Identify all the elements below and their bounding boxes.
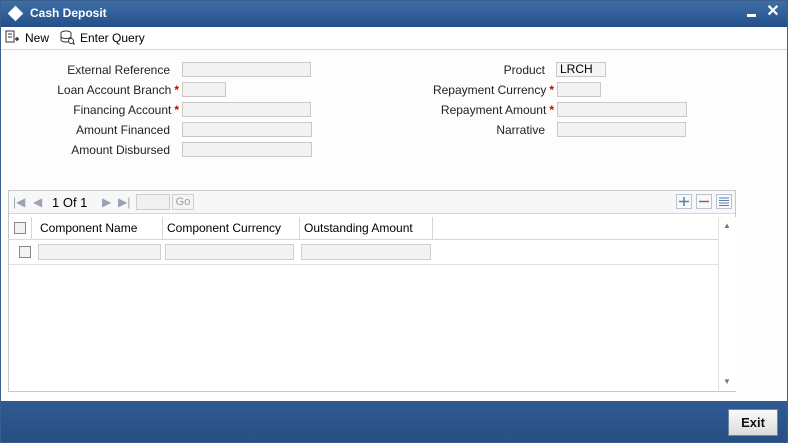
repayment-amount-text: Repayment Amount: [440, 103, 547, 117]
external-reference-label: External Reference: [67, 63, 170, 77]
component-currency-cell[interactable]: [165, 244, 294, 260]
scroll-up-icon[interactable]: ▲: [723, 221, 731, 230]
repayment-currency-field[interactable]: [557, 82, 601, 97]
new-icon: [5, 30, 19, 43]
select-all-cell: [9, 217, 32, 239]
minimize-icon[interactable]: [747, 14, 756, 17]
view-details-button[interactable]: [716, 194, 732, 209]
new-button[interactable]: New: [5, 29, 53, 47]
last-page-icon[interactable]: ▶|: [118, 195, 130, 209]
cash-deposit-window: Cash Deposit ✕ New Enter Query External …: [0, 0, 788, 443]
first-page-icon[interactable]: |◀: [13, 195, 25, 209]
repayment-amount-label: Repayment Amount *: [401, 103, 554, 117]
outstanding-amount-cell[interactable]: [301, 244, 431, 260]
product-field[interactable]: LRCH: [556, 62, 606, 77]
select-all-checkbox[interactable]: [14, 222, 26, 234]
grid-pagination-bar: |◀ ◀ 1 Of 1 ▶ ▶| Go: [9, 191, 735, 214]
amount-financed-field[interactable]: [182, 122, 312, 137]
page-info: 1 Of 1: [52, 195, 88, 210]
enter-query-label: Enter Query: [80, 31, 145, 45]
delete-row-button[interactable]: [696, 194, 712, 209]
column-header-outstanding-amount[interactable]: Outstanding Amount: [300, 217, 433, 239]
loan-account-branch-field[interactable]: [182, 82, 226, 97]
repayment-currency-text: Repayment Currency: [432, 83, 547, 97]
component-grid: |◀ ◀ 1 Of 1 ▶ ▶| Go Component Name Compo…: [8, 190, 736, 392]
external-reference-field[interactable]: [182, 62, 311, 77]
component-name-cell[interactable]: [38, 244, 161, 260]
amount-disbursed-label: Amount Disbursed: [71, 143, 170, 157]
narrative-label: Narrative: [496, 123, 545, 137]
required-marker: *: [549, 103, 554, 117]
page-number-input[interactable]: [136, 194, 170, 210]
repayment-amount-field[interactable]: [557, 102, 687, 117]
toolbar: New Enter Query: [1, 27, 787, 50]
enter-query-button[interactable]: Enter Query: [59, 29, 159, 47]
amount-financed-label: Amount Financed: [75, 123, 170, 137]
financing-account-field[interactable]: [182, 102, 311, 117]
required-marker: *: [549, 83, 554, 97]
column-header-component-name[interactable]: Component Name: [32, 217, 163, 239]
repayment-currency-label: Repayment Currency *: [401, 83, 554, 97]
list-icon: [719, 197, 729, 206]
table-row: [9, 240, 718, 265]
exit-button[interactable]: Exit: [728, 409, 778, 436]
next-page-icon[interactable]: ▶: [102, 195, 111, 209]
title-bar: Cash Deposit ✕: [1, 1, 787, 27]
loan-account-branch-text: Loan Account Branch: [57, 83, 172, 97]
required-marker: *: [174, 83, 179, 97]
window-diamond-icon: [7, 5, 24, 22]
financing-account-text: Financing Account: [73, 103, 172, 117]
grid-header: Component Name Component Currency Outsta…: [9, 217, 718, 240]
column-header-component-currency[interactable]: Component Currency: [163, 217, 300, 239]
grid-vertical-scrollbar[interactable]: ▲ ▼: [718, 217, 736, 391]
footer-bar: Exit: [1, 401, 787, 442]
financing-account-label: Financing Account *: [21, 103, 179, 117]
loan-account-branch-label: Loan Account Branch *: [21, 83, 179, 97]
plus-icon: [679, 197, 689, 206]
scroll-down-icon[interactable]: ▼: [723, 377, 731, 386]
narrative-field[interactable]: [557, 122, 686, 137]
go-button[interactable]: Go: [172, 194, 194, 210]
amount-disbursed-field[interactable]: [182, 142, 312, 157]
previous-page-icon[interactable]: ◀: [33, 195, 42, 209]
new-label: New: [25, 31, 50, 45]
product-label: Product: [503, 63, 545, 77]
close-icon[interactable]: ✕: [765, 3, 781, 21]
minus-icon: [699, 200, 709, 203]
row-checkbox[interactable]: [19, 246, 31, 258]
window-title: Cash Deposit: [30, 6, 107, 20]
add-row-button[interactable]: [676, 194, 692, 209]
enter-query-icon: [60, 30, 75, 45]
required-marker: *: [174, 103, 179, 117]
